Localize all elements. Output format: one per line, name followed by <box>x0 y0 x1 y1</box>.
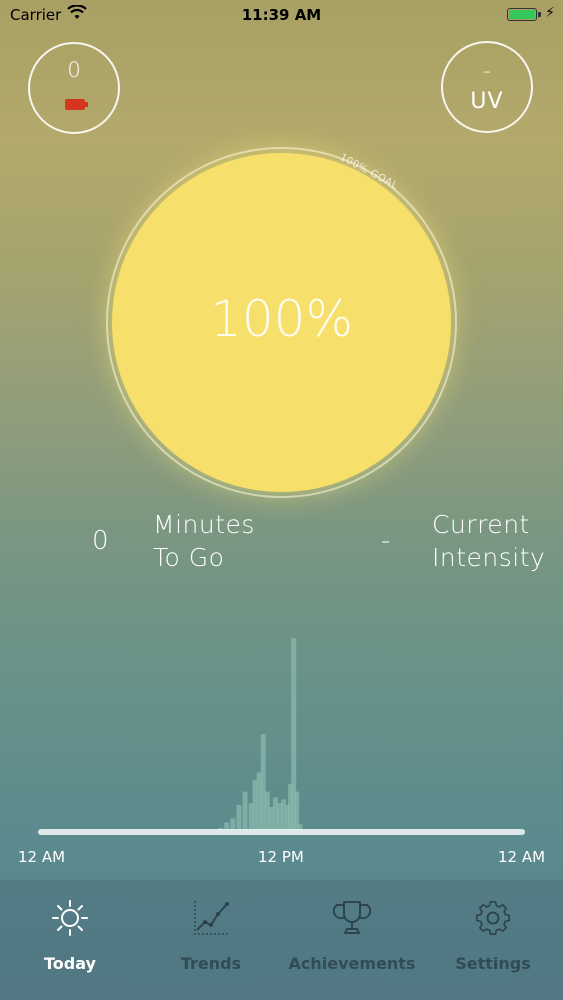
minutes-to-go-value: 0 <box>92 526 109 556</box>
tab-bar: Today Trends Achievements Settings <box>0 880 563 1000</box>
trend-chart-icon <box>194 901 229 935</box>
device-status-button[interactable]: 0 <box>28 42 120 134</box>
tab-trends[interactable]: Trends <box>141 880 281 1000</box>
minutes-label-line1: Minutes <box>153 510 255 539</box>
exposure-bar <box>242 791 248 830</box>
intensity-label-line2: Intensity <box>432 543 546 572</box>
tick-end: 12 AM <box>498 848 546 866</box>
tab-today[interactable]: Today <box>0 880 140 1000</box>
trophy-icon <box>332 901 372 934</box>
battery-tip <box>538 12 541 17</box>
tab-achievements[interactable]: Achievements <box>282 880 422 1000</box>
uv-timeline-chart <box>218 638 303 830</box>
tab-settings-label: Settings <box>455 954 531 973</box>
timeline-track[interactable] <box>38 829 525 835</box>
current-intensity-label: Current Intensity <box>432 508 545 574</box>
charging-icon: ⚡ <box>545 5 555 21</box>
tick-noon: 12 PM <box>258 848 304 866</box>
tab-today-label: Today <box>44 954 96 973</box>
uv-label: UV <box>470 89 504 114</box>
minutes-to-go-label: Minutes To Go <box>153 508 255 574</box>
tab-achievements-label: Achievements <box>288 954 416 973</box>
clock: 11:39 AM <box>241 6 322 24</box>
tab-settings[interactable]: Settings <box>423 880 563 1000</box>
tick-start: 12 AM <box>18 848 66 866</box>
battery-low-icon <box>65 99 85 110</box>
status-bar: Carrier 11:39 AM ⚡ <box>0 0 563 30</box>
battery-icon <box>507 8 537 21</box>
exposure-bar <box>236 805 242 830</box>
uv-button[interactable]: - UV <box>441 41 533 133</box>
tab-trends-label: Trends <box>180 954 242 973</box>
device-value: 0 <box>67 58 81 82</box>
battery-low-icon-tip <box>85 102 88 107</box>
progress-percent: 100% <box>210 290 353 348</box>
intensity-label-line1: Current <box>432 510 530 539</box>
minutes-label-line2: To Go <box>153 543 225 572</box>
sun-icon <box>52 900 88 936</box>
uv-value: - <box>483 59 491 83</box>
current-intensity-value: - <box>381 526 391 556</box>
gear-icon <box>476 900 511 936</box>
